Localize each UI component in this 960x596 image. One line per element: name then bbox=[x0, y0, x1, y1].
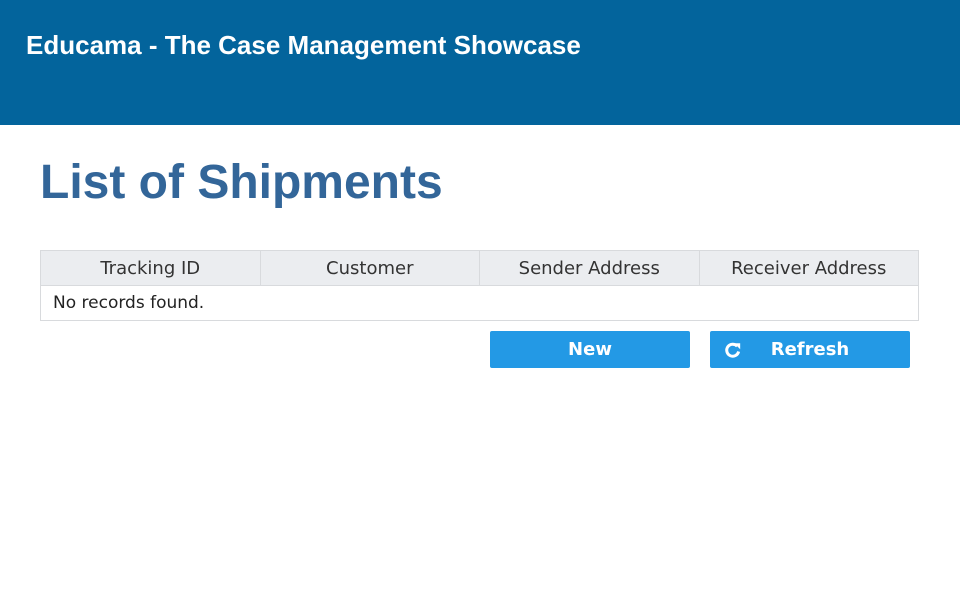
app-header: Educama - The Case Management Showcase bbox=[0, 0, 960, 125]
column-header-customer[interactable]: Customer bbox=[261, 251, 480, 285]
column-header-receiver-address[interactable]: Receiver Address bbox=[700, 251, 919, 285]
new-button[interactable]: New bbox=[490, 331, 690, 368]
refresh-icon bbox=[725, 342, 741, 358]
column-header-tracking-id[interactable]: Tracking ID bbox=[41, 251, 261, 285]
new-button-label: New bbox=[568, 339, 612, 360]
refresh-button[interactable]: Refresh bbox=[710, 331, 910, 368]
table-header-row: Tracking ID Customer Sender Address Rece… bbox=[41, 251, 918, 286]
column-header-sender-address[interactable]: Sender Address bbox=[480, 251, 700, 285]
page-title: List of Shipments bbox=[40, 156, 443, 209]
app-title: Educama - The Case Management Showcase bbox=[26, 30, 581, 60]
refresh-button-label: Refresh bbox=[770, 339, 850, 360]
empty-message-row: No records found. bbox=[41, 286, 918, 320]
shipments-table: Tracking ID Customer Sender Address Rece… bbox=[40, 250, 919, 321]
